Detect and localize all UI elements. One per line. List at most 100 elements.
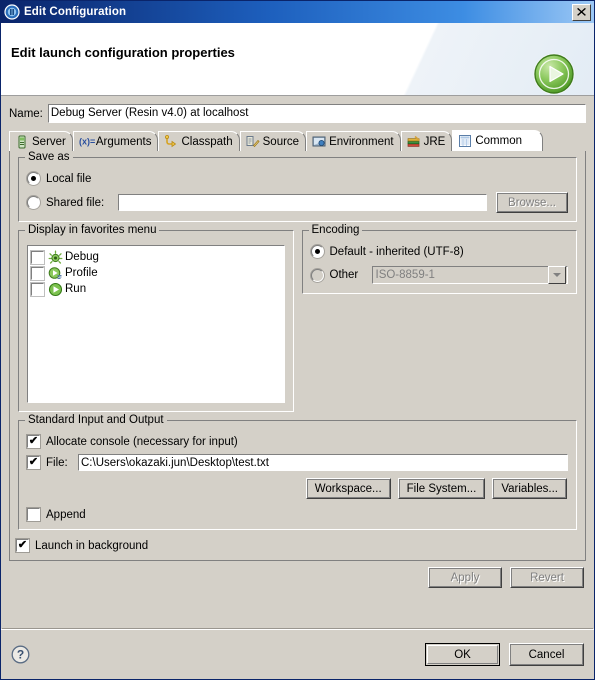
encoding-other-label: Other [329,269,359,281]
workspace-button[interactable]: Workspace... [305,478,391,499]
stdio-legend: Standard Input and Output [25,414,167,426]
window-title: Edit Configuration [24,6,127,18]
file-label: File: [46,456,68,469]
common-icon [458,134,472,148]
encoding-combobox[interactable]: ISO-8859-1 [370,265,569,285]
encoding-other-row: Other ISO-8859-1 [310,265,569,285]
tab-common-label: Common [475,135,523,147]
allocate-console-checkbox[interactable]: ✔ [27,435,40,448]
launch-in-background-checkbox[interactable]: ✔ [16,539,29,552]
common-tab-panel: Save as Local file Shared file: Browse..… [9,151,586,561]
tab-common[interactable]: Common [452,130,544,151]
edit-configuration-dialog: Edit Configuration Edit launch configura… [0,0,595,680]
list-item[interactable]: Profile [31,265,281,281]
local-file-row[interactable]: Local file [27,172,568,185]
svg-text:(x)=: (x)= [79,136,95,146]
file-checkbox[interactable]: ✔ [27,456,40,469]
config-window-icon [4,4,20,20]
launch-in-background-row[interactable]: ✔ Launch in background [16,539,577,552]
append-checkbox[interactable] [27,508,40,521]
svg-text:?: ? [17,648,24,662]
local-file-radio[interactable] [27,172,40,185]
tab-source-label: Source [262,135,300,148]
file-path-input[interactable]: C:\Users\okazaki.jun\Desktop\test.txt [77,453,569,472]
tab-strip: Server (x)= Arguments Classpath Source E… [9,130,586,151]
tab-classpath[interactable]: Classpath [158,131,240,151]
window-titlebar: Edit Configuration [1,1,594,23]
environment-icon [312,135,326,149]
save-as-legend: Save as [25,151,73,163]
source-icon [246,135,260,149]
tab-arguments[interactable]: (x)= Arguments [72,131,159,151]
revert-button[interactable]: Revert [510,567,584,588]
file-row: ✔ File: C:\Users\okazaki.jun\Desktop\tes… [27,453,569,472]
encoding-column: Encoding Default - inherited (UTF-8) Oth… [301,224,577,412]
encoding-default-label: Default - inherited (UTF-8) [329,245,464,258]
tab-jre[interactable]: JRE [400,131,453,151]
tab-classpath-label: Classpath [181,135,233,148]
dialog-banner: Edit launch configuration properties [1,23,594,96]
tab-environment[interactable]: Environment [306,131,401,151]
shared-file-row: Shared file: Browse... [27,192,568,213]
tab-source[interactable]: Source [239,131,307,151]
run-favorite-checkbox[interactable] [31,282,44,296]
encoding-default-radio[interactable] [310,245,324,258]
name-input[interactable]: Debug Server (Resin v4.0) at localhost [46,103,588,124]
name-label: Name: [9,107,43,120]
encoding-group: Encoding Default - inherited (UTF-8) Oth… [301,224,577,294]
list-item[interactable]: Run [31,281,281,297]
append-label: Append [46,508,86,521]
allocate-console-row[interactable]: ✔ Allocate console (necessary for input) [27,435,568,448]
server-icon [15,135,29,149]
file-system-button[interactable]: File System... [397,478,486,499]
variables-button[interactable]: Variables... [492,478,567,499]
list-item-label: Profile [65,267,98,279]
favorites-column: Display in favorites menu Debug Profile … [18,224,294,412]
apply-revert-row: Apply Revert [7,567,584,588]
browse-button[interactable]: Browse... [496,192,568,213]
profile-favorite-checkbox[interactable] [31,266,44,280]
launch-in-background-label: Launch in background [35,539,149,552]
save-as-group: Save as Local file Shared file: Browse..… [18,151,577,222]
profile-icon [48,266,63,281]
close-icon [577,8,586,16]
list-item-label: Run [65,283,87,295]
run-launch-icon [532,52,576,95]
jre-icon [407,135,421,149]
dialog-body: Name: Debug Server (Resin v4.0) at local… [1,103,594,588]
encoding-other-radio[interactable] [310,268,324,282]
debug-favorite-checkbox[interactable] [31,250,44,264]
ok-button-label: OK [454,648,471,661]
arguments-icon: (x)= [79,135,95,149]
favorites-group: Display in favorites menu Debug Profile … [18,224,294,412]
tab-jre-label: JRE [423,135,446,148]
encoding-default-row[interactable]: Default - inherited (UTF-8) [310,245,569,258]
close-button[interactable] [572,3,591,21]
favorites-legend: Display in favorites menu [25,224,160,236]
help-icon[interactable]: ? [11,645,30,664]
page-title: Edit launch configuration properties [11,45,235,60]
encoding-combobox-value: ISO-8859-1 [375,269,435,281]
shared-file-label: Shared file: [46,196,105,209]
shared-file-input[interactable] [117,193,488,212]
stdio-group: Standard Input and Output ✔ Allocate con… [18,414,577,530]
classpath-icon [164,134,178,149]
run-icon [48,282,63,297]
append-row[interactable]: Append [27,508,568,521]
apply-button[interactable]: Apply [428,567,502,588]
middle-columns: Display in favorites menu Debug Profile … [18,224,577,412]
encoding-legend: Encoding [308,224,363,236]
name-row: Name: Debug Server (Resin v4.0) at local… [9,103,588,124]
dialog-footer: ? OK Cancel [1,629,594,679]
cancel-button[interactable]: Cancel [509,643,584,666]
list-item[interactable]: Debug [31,249,281,265]
tab-server-label: Server [32,135,66,148]
chevron-down-icon[interactable] [548,266,566,284]
debug-icon [48,250,63,265]
tab-server[interactable]: Server [9,131,73,151]
tab-environment-label: Environment [329,135,394,148]
ok-button[interactable]: OK [425,643,500,666]
stdio-buttons: Workspace... File System... Variables... [27,478,567,499]
favorites-listbox[interactable]: Debug Profile Run [26,244,286,404]
shared-file-radio[interactable] [27,196,40,209]
